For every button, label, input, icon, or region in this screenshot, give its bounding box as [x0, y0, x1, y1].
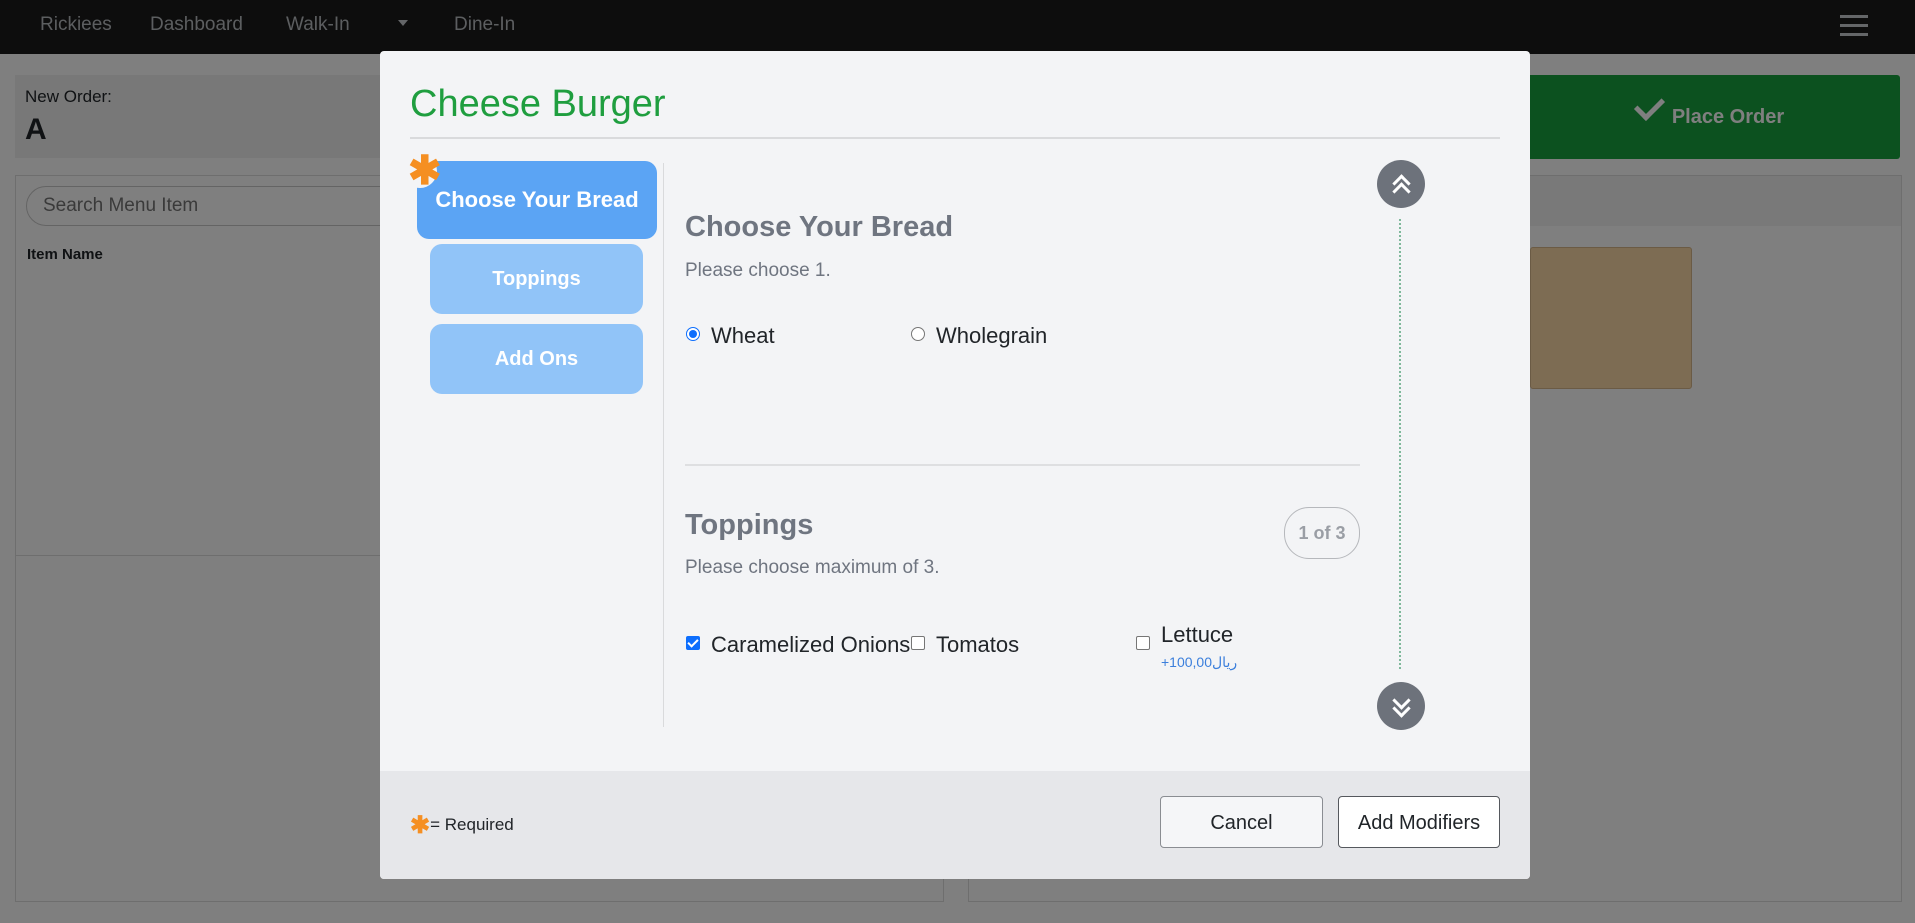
scroll-down-button[interactable] [1377, 682, 1425, 730]
required-note: ✱= Required [410, 811, 514, 840]
option-label-wholegrain[interactable]: Wholegrain [936, 323, 1047, 349]
step-choose-your-bread[interactable]: Choose Your Bread [417, 161, 657, 239]
title-divider [410, 137, 1500, 139]
steps-divider [663, 163, 664, 727]
group-subtitle-toppings: Please choose maximum of 3. [685, 557, 940, 578]
checkbox-lettuce[interactable] [1136, 636, 1150, 650]
group-divider [685, 464, 1360, 466]
option-label-tomatos[interactable]: Tomatos [936, 632, 1019, 658]
add-modifiers-button[interactable]: Add Modifiers [1338, 796, 1500, 848]
scroll-track [1399, 219, 1401, 669]
group-subtitle-bread: Please choose 1. [685, 260, 831, 281]
step-add-ons[interactable]: Add Ons [430, 324, 643, 394]
asterisk-icon: ✱ [408, 149, 442, 193]
group-title-bread: Choose Your Bread [685, 211, 954, 243]
modal-footer: ✱= Required Cancel Add Modifiers [380, 771, 1530, 879]
step-toppings[interactable]: Toppings [430, 244, 643, 314]
group-title-toppings: Toppings [685, 509, 814, 541]
required-note-text: = Required [430, 815, 514, 834]
required-badge: ✱ [403, 149, 442, 193]
option-label-wheat[interactable]: Wheat [711, 323, 775, 349]
checkbox-tomatos[interactable] [911, 636, 925, 650]
radio-wheat[interactable] [686, 327, 700, 341]
cancel-button[interactable]: Cancel [1160, 796, 1323, 848]
modal-title: Cheese Burger [410, 83, 666, 125]
option-price-lettuce: +100,00ريال [1161, 654, 1238, 670]
scroll-up-button[interactable] [1377, 160, 1425, 208]
asterisk-icon: ✱ [410, 812, 431, 839]
option-label-lettuce[interactable]: Lettuce [1161, 622, 1233, 648]
selection-count-badge: 1 of 3 [1284, 507, 1360, 559]
option-label-caramelized-onions[interactable]: Caramelized Onions [711, 632, 910, 658]
checkbox-caramelized-onions[interactable] [686, 636, 700, 650]
radio-wholegrain[interactable] [911, 327, 925, 341]
modifier-modal: Cheese Burger Choose Your Bread ✱ Toppin… [380, 51, 1530, 879]
